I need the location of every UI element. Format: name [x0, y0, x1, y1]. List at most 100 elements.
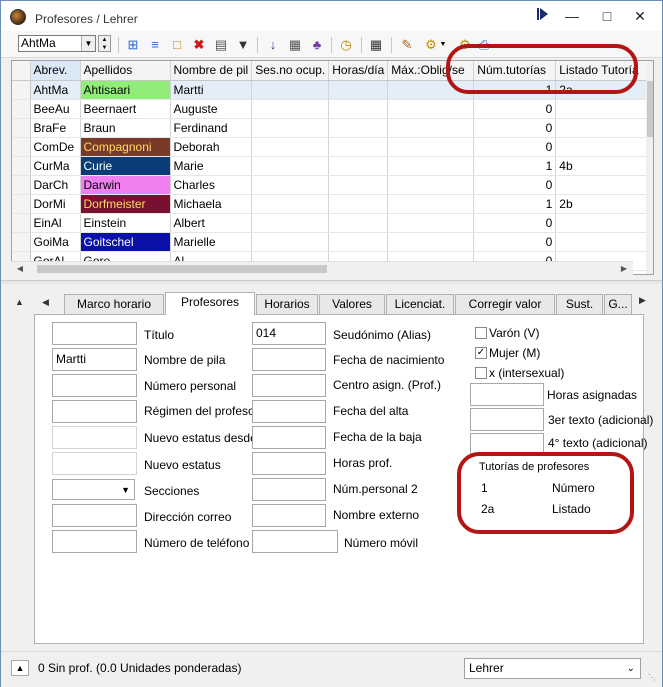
table-cell[interactable]: Auguste [170, 99, 253, 119]
table-row[interactable]: BeeAu Beernaert Auguste 0 [12, 99, 653, 119]
table-cell[interactable] [555, 175, 653, 195]
table-cell[interactable] [387, 232, 475, 252]
table-cell[interactable]: Einstein [80, 213, 171, 233]
tab-valores[interactable]: Valores [319, 294, 385, 314]
column-header[interactable]: Nombre de pil [170, 61, 253, 81]
table-cell[interactable]: Curie [80, 156, 171, 176]
table-cell[interactable]: GoiMa [30, 232, 81, 252]
clock-icon[interactable]: ◷ [337, 36, 355, 54]
table-cell[interactable] [328, 118, 389, 138]
table-cell[interactable] [328, 137, 389, 157]
chevron-down-icon[interactable]: ⌄ [627, 659, 635, 678]
table-cell[interactable] [328, 156, 389, 176]
sort-icon[interactable]: ≡ [146, 36, 164, 54]
table-cell[interactable]: Dorfmeister [80, 194, 171, 214]
table-cell[interactable] [251, 137, 330, 157]
table-cell[interactable]: 1 [473, 156, 557, 176]
report-icon[interactable]: ▤ [212, 36, 230, 54]
tab-corregir-valor[interactable]: Corregir valor [455, 294, 555, 314]
table-cell[interactable]: BeeAu [30, 99, 81, 119]
table-cell[interactable]: Compagnoni [80, 137, 171, 157]
table-cell[interactable]: Ahtisaari [80, 80, 171, 100]
tab-licenciat[interactable]: Licenciat. [386, 294, 454, 314]
table-cell[interactable]: 0 [473, 175, 557, 195]
splitter[interactable] [1, 280, 662, 284]
column-header[interactable]: Abrev. [30, 61, 81, 81]
tab-more[interactable]: G... [604, 294, 632, 314]
table-cell[interactable]: 0 [473, 99, 557, 119]
table-cell[interactable] [555, 232, 653, 252]
chevron-right-icon[interactable]: ▶ [639, 295, 646, 306]
table-cell[interactable]: Charles [170, 175, 253, 195]
table-cell[interactable]: Marie [170, 156, 253, 176]
num-personal2-field[interactable] [252, 478, 326, 501]
table-row[interactable]: DarCh Darwin Charles 0 [12, 175, 653, 195]
table-row[interactable]: ComDe Compagnoni Deborah 0 [12, 137, 653, 157]
fecha-nacimiento-field[interactable] [252, 348, 326, 371]
table-cell[interactable]: AhtMa [30, 80, 81, 100]
delete-icon[interactable]: ✖ [190, 36, 208, 54]
table-cell[interactable] [251, 99, 330, 119]
row-selector[interactable] [12, 80, 31, 100]
nombre-pila-field[interactable]: Martti [52, 348, 137, 371]
table-cell[interactable]: BraFe [30, 118, 81, 138]
table-cell[interactable] [251, 118, 330, 138]
scrollbar-thumb[interactable] [647, 81, 653, 137]
tab-marco-horario[interactable]: Marco horario [64, 294, 164, 314]
table-cell[interactable] [251, 194, 330, 214]
maximize-button[interactable]: □ [593, 5, 621, 27]
table-cell[interactable] [387, 156, 475, 176]
tree-icon[interactable]: ♣ [308, 36, 326, 54]
table-cell[interactable]: 0 [473, 118, 557, 138]
column-header[interactable]: Ses.no ocup. [251, 61, 330, 81]
table-cell[interactable] [328, 194, 389, 214]
table-cell[interactable]: Beernaert [80, 99, 171, 119]
regimen-field[interactable] [52, 400, 137, 423]
pin-button[interactable] [529, 5, 557, 27]
nuevo-estatus-desde-field[interactable] [52, 426, 137, 449]
table-cell[interactable]: 1 [473, 194, 557, 214]
row-selector[interactable] [12, 99, 31, 119]
table-cell[interactable] [387, 118, 475, 138]
table-row[interactable]: EinAl Einstein Albert 0 [12, 213, 653, 233]
table-row[interactable]: CurMa Curie Marie 1 4b [12, 156, 653, 176]
chevron-right-icon[interactable]: ▶ [617, 262, 631, 276]
table-cell[interactable] [555, 99, 653, 119]
table-cell[interactable] [387, 213, 475, 233]
column-header[interactable]: Horas/día [328, 61, 389, 81]
row-selector[interactable] [12, 213, 31, 233]
filter-icon[interactable]: ▼ [234, 36, 252, 54]
table-cell[interactable]: 0 [473, 232, 557, 252]
table-cell[interactable] [251, 213, 330, 233]
element-combo[interactable]: AhtMa ▼ [18, 35, 96, 52]
row-selector[interactable] [12, 175, 31, 195]
table-cell[interactable]: DorMi [30, 194, 81, 214]
table-cell[interactable] [328, 80, 389, 100]
table-cell[interactable] [387, 137, 475, 157]
row-selector[interactable] [12, 194, 31, 214]
horas-asignadas-field[interactable] [470, 383, 544, 406]
table-row[interactable]: BraFe Braun Ferdinand 0 [12, 118, 653, 138]
calendar-icon[interactable]: ▦ [367, 36, 385, 54]
seudonimo-field[interactable]: 014 [252, 322, 326, 345]
table-cell[interactable]: 2b [555, 194, 653, 214]
tab-sust[interactable]: Sust. [556, 294, 603, 314]
table-cell[interactable] [251, 156, 330, 176]
spelling-icon[interactable]: ↓ [264, 36, 282, 54]
table-cell[interactable]: Goitschel [80, 232, 171, 252]
row-selector[interactable] [12, 137, 31, 157]
table-cell[interactable] [555, 118, 653, 138]
table-cell[interactable] [328, 99, 389, 119]
nombre-externo-field[interactable] [252, 504, 326, 527]
new-doc-icon[interactable]: □ [168, 36, 186, 54]
table-cell[interactable] [555, 137, 653, 157]
nuevo-estatus-field[interactable] [52, 452, 137, 475]
row-selector[interactable] [12, 118, 31, 138]
paint-icon[interactable]: ✎ [398, 36, 416, 54]
table-cell[interactable]: DarCh [30, 175, 81, 195]
table-cell[interactable]: Martti [170, 80, 253, 100]
close-button[interactable]: ✕ [626, 5, 654, 27]
row-selector[interactable] [12, 156, 31, 176]
fecha-alta-field[interactable] [252, 400, 326, 423]
table-cell[interactable]: 0 [473, 137, 557, 157]
